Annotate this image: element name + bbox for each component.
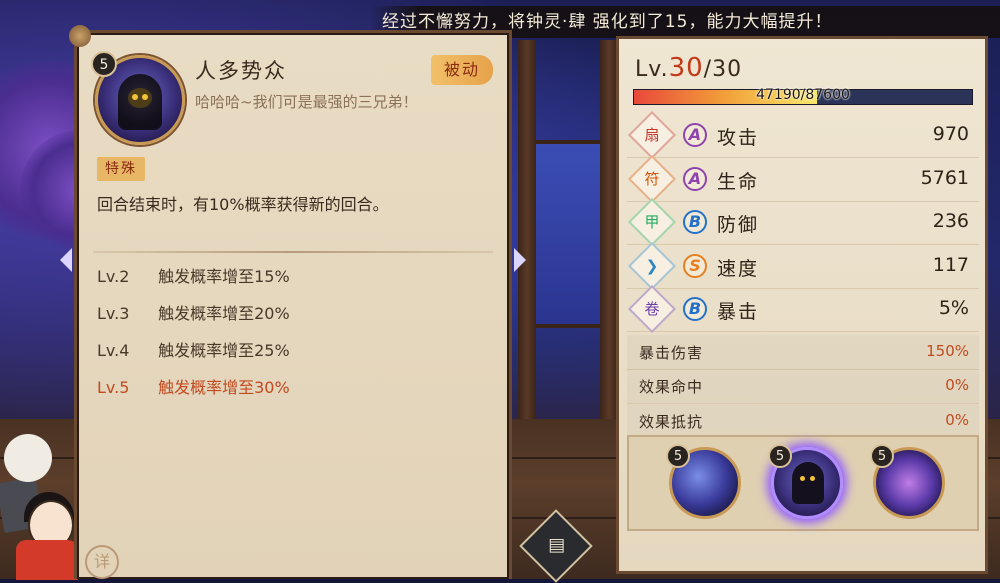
sub-stat-value: 0% [945, 376, 969, 394]
stat-glyph: 卷 [644, 300, 660, 318]
sub-stat-name: 效果抵抗 [639, 412, 704, 431]
upgrade-level: Lv.5 [97, 378, 130, 397]
skill-level-badge: 5 [91, 51, 117, 77]
skill-detail-card: 5 人多势众 哈哈哈~我们可是最强的三兄弟！ 被动 特殊 回合结束时，有10%概… [69, 25, 512, 579]
stat-value: 236 [932, 210, 969, 232]
xp-bar: 47190/87600 [633, 87, 973, 105]
stat-value: 970 [932, 123, 969, 145]
stat-glyph: 扇 [644, 126, 660, 144]
prev-arrow-icon[interactable] [60, 248, 72, 272]
stats-panel: Lv.30/30 47190/87600 扇 A 攻击 970 符 A 生命 5761 甲 B 防御… [616, 36, 988, 574]
upgrade-text: 触发概率增至30% [158, 378, 290, 397]
chevron-icon: ❯ [627, 241, 677, 290]
special-tag: 特殊 [97, 157, 145, 181]
banner-text: 经过不懈努力，将钟灵·肆 强化到了15，能力大幅提升！ [382, 12, 833, 32]
upgrade-row: Lv.4 触发概率增至25% [97, 337, 290, 361]
stat-row: 甲 B 防御 236 [627, 197, 979, 247]
xp-text: 47190/87600 [756, 87, 850, 103]
stat-grade: S [683, 253, 707, 278]
stat-row: ❯ S 速度 117 [627, 241, 979, 290]
scroll-icon: 卷 [627, 284, 677, 334]
next-arrow-icon[interactable] [514, 248, 526, 272]
skill-1-icon[interactable]: 5 [666, 444, 741, 519]
skill-description: 回合结束时，有10%概率获得新的回合。 [97, 195, 389, 214]
upgrade-level: Lv.4 [97, 341, 130, 360]
level-current: 30 [668, 53, 704, 83]
character-doll [0, 430, 80, 580]
skill-name: 人多势众 [195, 59, 287, 83]
sub-stat-name: 效果命中 [639, 378, 704, 396]
upgrade-row: Lv.2 触发概率增至15% [97, 263, 290, 287]
upgrade-text: 触发概率增至20% [158, 304, 290, 323]
card-corner-ornament [69, 25, 91, 47]
skill-2-icon[interactable]: 5 [768, 444, 843, 519]
stat-name: 暴击 [717, 301, 760, 323]
upgrade-level: Lv.3 [97, 304, 130, 323]
level-prefix: Lv. [635, 57, 669, 82]
upgrade-text: 触发概率增至25% [158, 341, 290, 360]
stat-name: 速度 [717, 257, 760, 280]
skill-3-icon[interactable]: 5 [870, 444, 945, 519]
upgrade-row-current: Lv.5 触发概率增至30% [97, 374, 290, 398]
stat-name: 生命 [717, 170, 760, 193]
stat-row: 卷 B 暴击 5% [627, 284, 979, 334]
stat-name: 防御 [717, 214, 760, 236]
sub-stat-row: 效果命中 0% [627, 369, 979, 404]
chat-icon: ▤ [548, 534, 566, 556]
skill-quote: 哈哈哈~我们可是最强的三兄弟！ [195, 93, 418, 111]
sub-stat-row: 暴击伤害 150% [627, 335, 979, 370]
detail-button[interactable]: 详 [85, 545, 119, 579]
level-display: Lv.30/30 [635, 53, 742, 83]
upgrade-text: 触发概率增至15% [158, 267, 290, 286]
sub-stat-value: 0% [945, 410, 969, 429]
skill-tray: 5 5 5 [627, 435, 979, 531]
stat-grade: B [683, 297, 707, 321]
skill-level-badge: 5 [666, 444, 690, 468]
sub-stat-row: 效果抵抗 0% [627, 404, 979, 439]
level-max: /30 [703, 57, 743, 82]
divider [93, 251, 493, 253]
talisman-icon: 符 [627, 154, 677, 203]
sub-stat-value: 150% [926, 341, 969, 360]
fan-icon: 扇 [627, 110, 677, 160]
stat-name: 攻击 [717, 127, 760, 149]
skill-type-tag: 被动 [431, 55, 493, 85]
sub-stat-name: 暴击伤害 [639, 343, 704, 362]
stat-grade: A [683, 123, 707, 147]
stat-row: 符 A 生命 5761 [627, 154, 979, 203]
stat-value: 5761 [920, 166, 969, 189]
stat-grade: A [683, 166, 707, 191]
upgrade-row: Lv.3 触发概率增至20% [97, 300, 290, 324]
stat-glyph: 符 [644, 169, 660, 188]
armor-icon: 甲 [627, 197, 677, 247]
stat-row: 扇 A 攻击 970 [627, 110, 979, 160]
skill-level-badge: 5 [870, 444, 894, 468]
stat-value: 117 [932, 253, 969, 276]
stat-grade: B [683, 210, 707, 234]
stat-glyph: ❯ [645, 256, 659, 275]
stat-glyph: 甲 [644, 213, 660, 231]
upgrade-level: Lv.2 [97, 267, 130, 286]
skill-level-badge: 5 [768, 444, 792, 468]
stat-value: 5% [938, 297, 969, 319]
